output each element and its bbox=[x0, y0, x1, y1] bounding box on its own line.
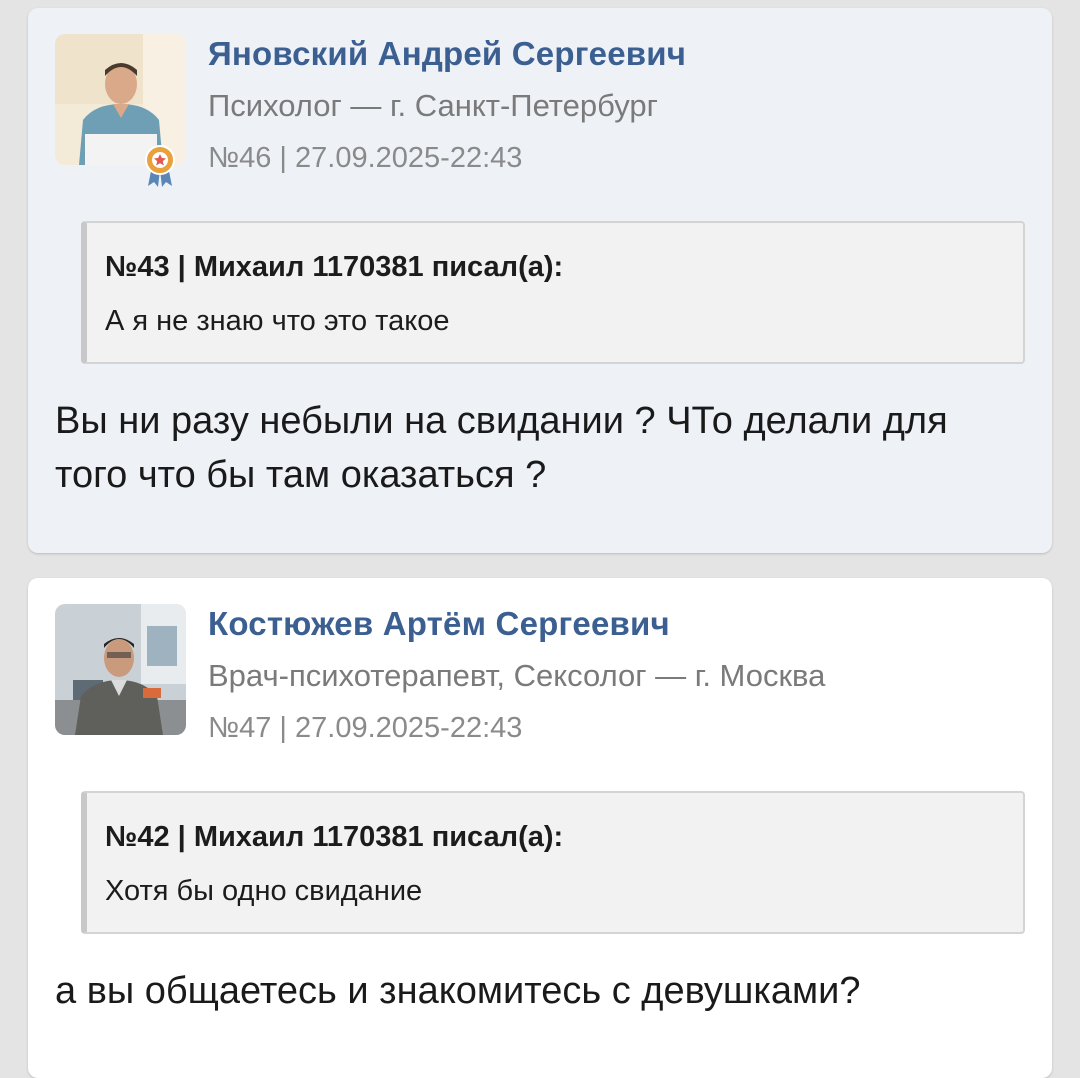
quote-header: №42 | Михаил 1170381 писал(а): bbox=[105, 821, 564, 853]
award-badge-icon bbox=[145, 145, 175, 187]
author-specialty: Врач-психотерапевт, Сексолог — г. Москва bbox=[208, 658, 826, 693]
post-body: а вы общаетесь и знакомитесь с девушками… bbox=[55, 970, 861, 1012]
quoted-message: №43 | Михаил 1170381 писал(а): А я не зн… bbox=[81, 221, 1025, 364]
author-specialty: Психолог — г. Санкт-Петербург bbox=[208, 88, 658, 123]
forum-post: Яновский Андрей Сергеевич Психолог — г. … bbox=[28, 8, 1052, 553]
avatar-photo-icon bbox=[55, 604, 186, 735]
quoted-message: №42 | Михаил 1170381 писал(а): Хотя бы о… bbox=[81, 791, 1025, 934]
post-number-timestamp: №46 | 27.09.2025-22:43 bbox=[208, 142, 523, 174]
quote-text: Хотя бы одно свидание bbox=[105, 875, 423, 907]
author-name-link[interactable]: Яновский Андрей Сергеевич bbox=[208, 34, 686, 74]
post-number-timestamp: №47 | 27.09.2025-22:43 bbox=[208, 712, 523, 744]
avatar[interactable] bbox=[55, 604, 186, 735]
author-name-link[interactable]: Костюжев Артём Сергеевич bbox=[208, 604, 670, 644]
forum-post: Костюжев Артём Сергеевич Врач-психотерап… bbox=[28, 578, 1052, 1078]
quote-text: А я не знаю что это такое bbox=[105, 305, 450, 337]
quote-header: №43 | Михаил 1170381 писал(а): bbox=[105, 251, 564, 283]
post-body: Вы ни разу небыли на свидании ? ЧТо дела… bbox=[55, 400, 948, 496]
